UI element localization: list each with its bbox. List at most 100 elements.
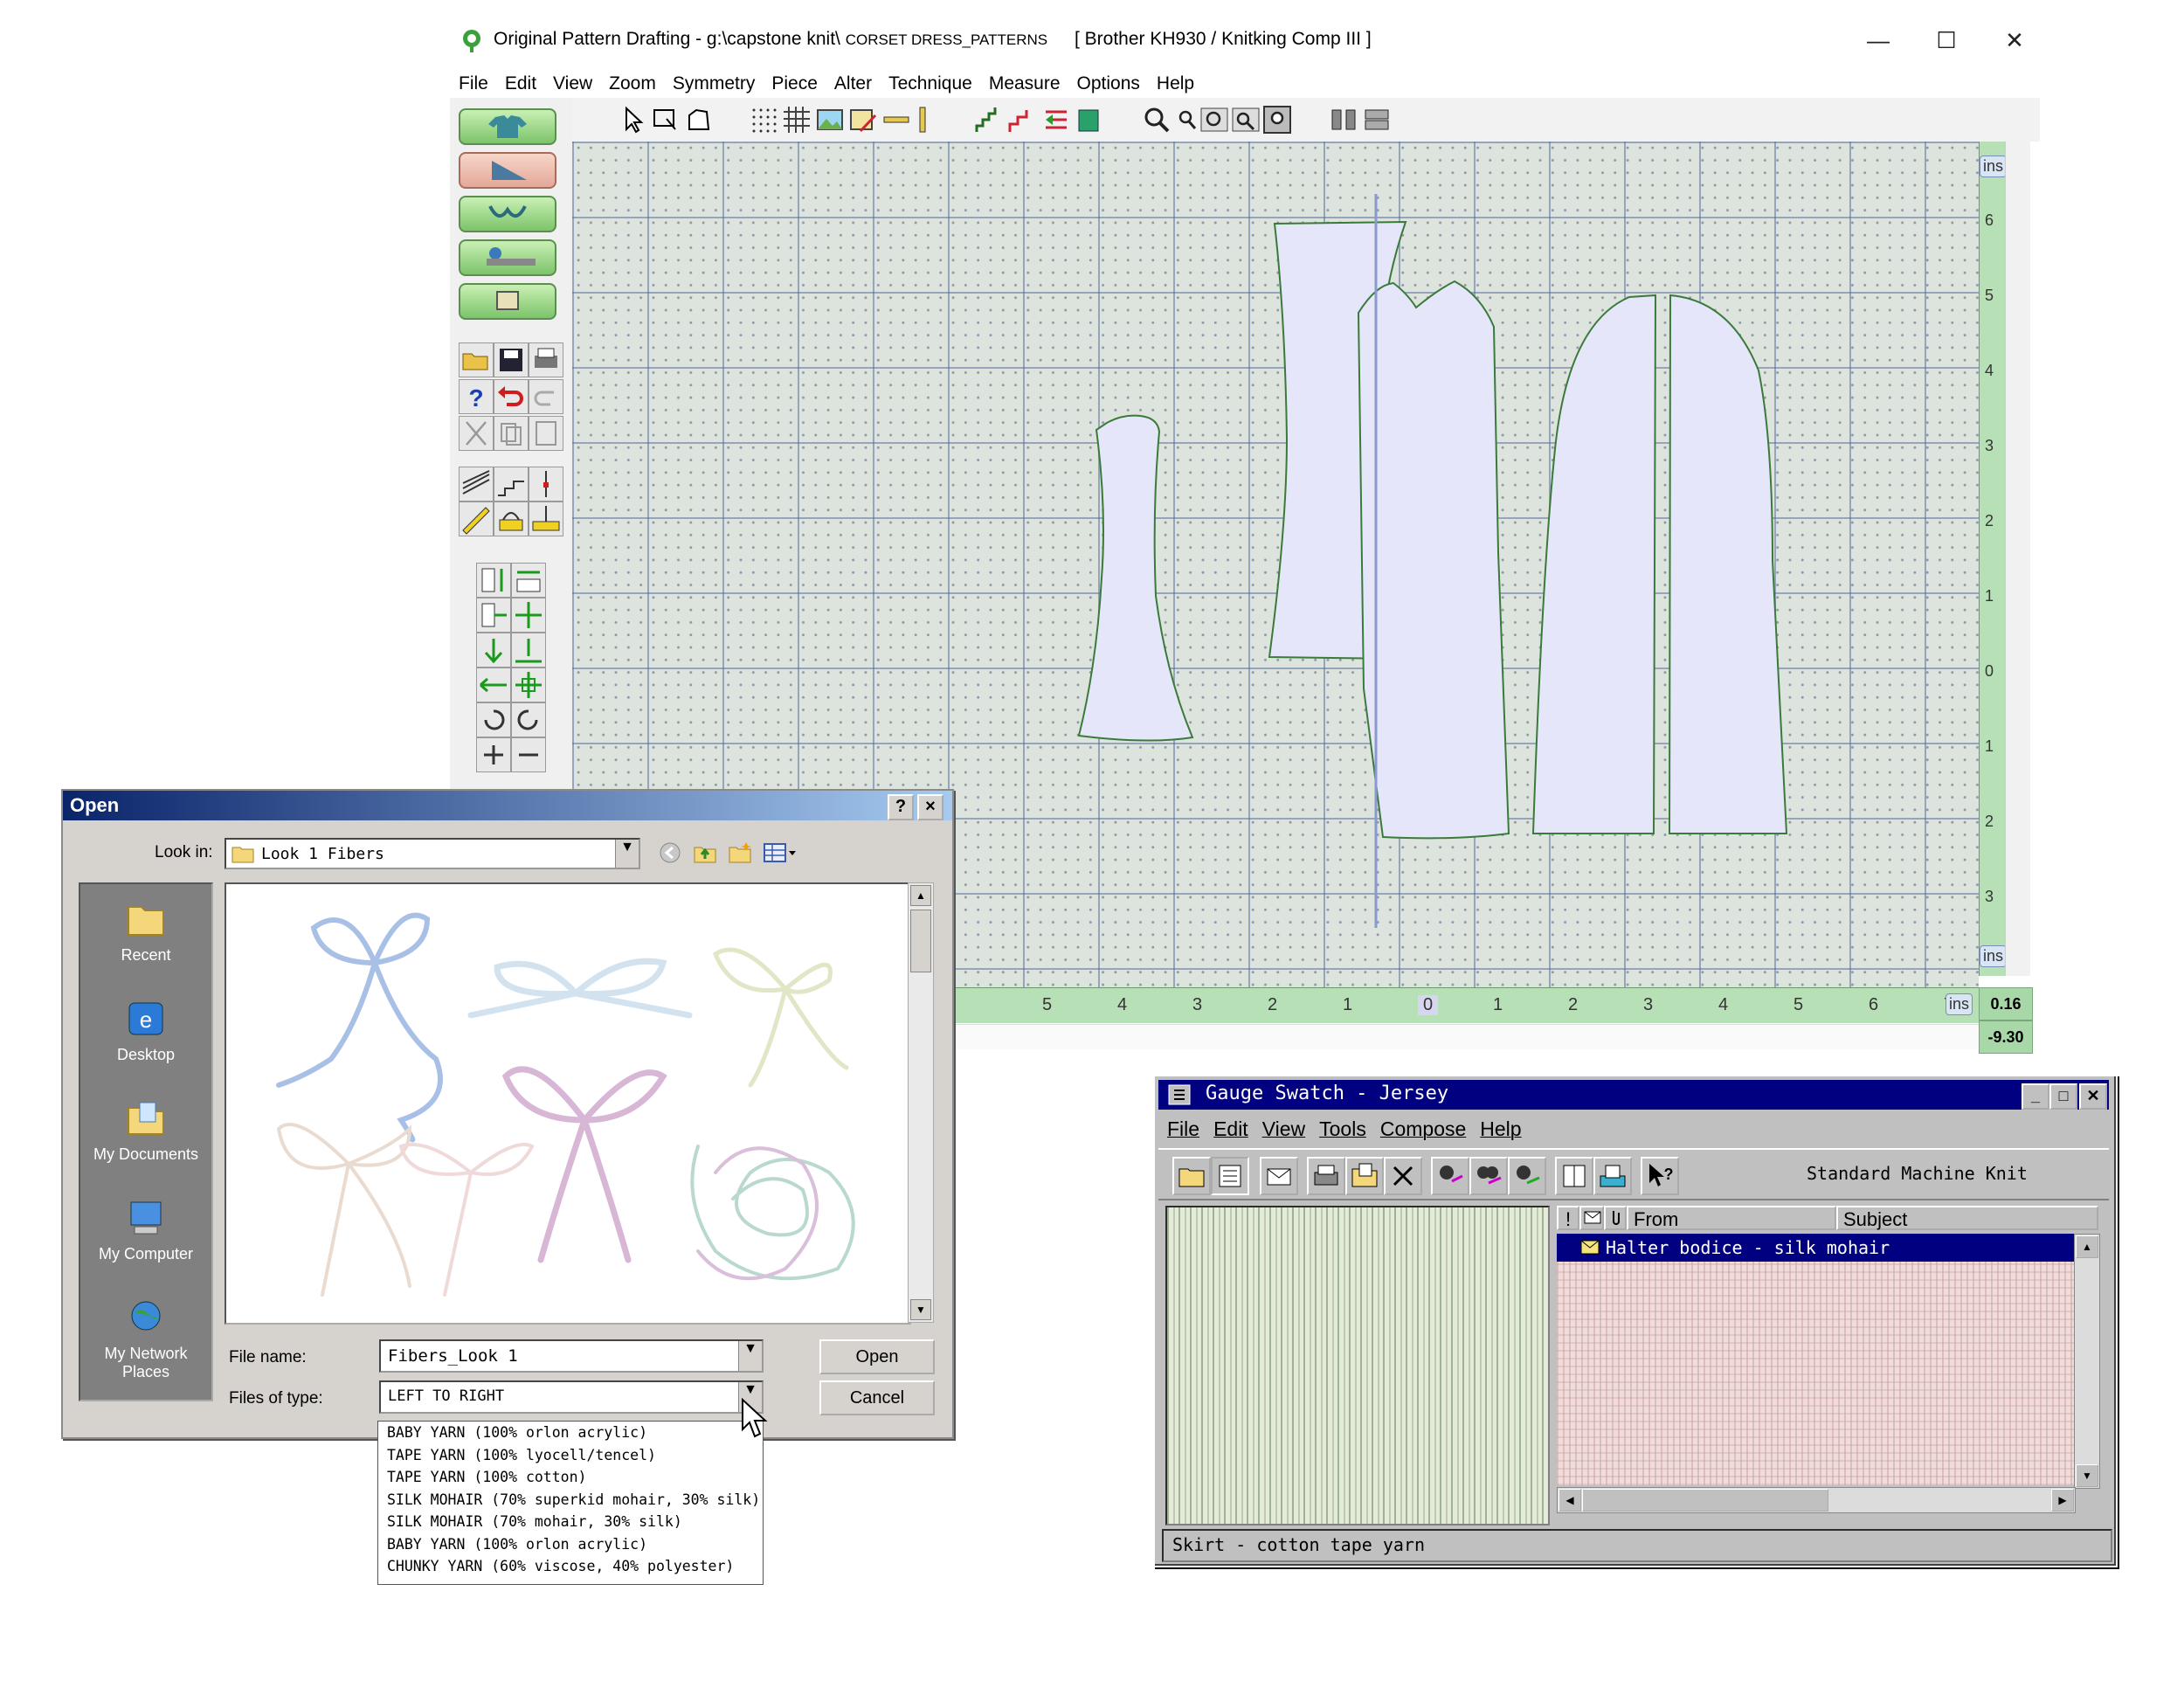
- up-folder-icon[interactable]: [692, 840, 718, 866]
- menu-edit[interactable]: Edit: [496, 63, 544, 94]
- type-option[interactable]: BABY YARN (100% orlon acrylic): [378, 1422, 763, 1444]
- vertical-scrollbar[interactable]: [2005, 142, 2030, 976]
- redo-icon[interactable]: [529, 379, 563, 414]
- menu-file[interactable]: File: [450, 63, 496, 94]
- print-icon[interactable]: [1307, 1157, 1345, 1195]
- zoom-small-icon[interactable]: [1171, 105, 1201, 135]
- type-option[interactable]: BABY YARN (100% orlon acrylic): [378, 1533, 763, 1556]
- ruler-units-horizontal[interactable]: ins: [1946, 993, 1973, 1015]
- expand-icon[interactable]: [511, 668, 546, 702]
- up-folder-icon[interactable]: [1172, 1157, 1211, 1195]
- save-icon[interactable]: [494, 342, 529, 377]
- help-icon[interactable]: ?: [459, 379, 494, 414]
- arrange-pieces-icon[interactable]: [1362, 105, 1392, 135]
- close-button[interactable]: ✕: [1994, 24, 2035, 56]
- open-button[interactable]: Open: [819, 1339, 935, 1374]
- add-icon[interactable]: [476, 737, 511, 772]
- zoom-icon[interactable]: [1142, 105, 1171, 135]
- address-book-icon[interactable]: [1555, 1157, 1593, 1195]
- reply-icon[interactable]: [1431, 1157, 1469, 1195]
- mirror-pieces-icon[interactable]: [1329, 105, 1358, 135]
- look-in-combo[interactable]: Look 1 Fibers ▼: [225, 838, 640, 869]
- stretch-horizontal-icon[interactable]: [511, 563, 546, 598]
- rotate-cw-icon[interactable]: [476, 702, 511, 737]
- type-option[interactable]: SILK MOHAIR (70% superkid mohair, 30% si…: [378, 1489, 763, 1512]
- stair-lines-icon[interactable]: [494, 467, 529, 502]
- menu-alter[interactable]: Alter: [826, 63, 880, 94]
- menu-piece[interactable]: Piece: [763, 63, 826, 94]
- minimize-button[interactable]: —: [1858, 24, 1898, 56]
- place-my-documents[interactable]: My Documents: [80, 1099, 211, 1164]
- cut-icon[interactable]: [459, 416, 494, 451]
- rotate-ccw-icon[interactable]: [511, 702, 546, 737]
- new-message-icon[interactable]: [1260, 1157, 1298, 1195]
- select-arrow-icon[interactable]: [618, 105, 647, 135]
- open-folder-icon[interactable]: [459, 342, 494, 377]
- menu-technique[interactable]: Technique: [880, 63, 980, 94]
- slope-shape-button[interactable]: [459, 152, 556, 189]
- column-attachment[interactable]: [1604, 1206, 1627, 1230]
- cancel-button[interactable]: Cancel: [819, 1380, 935, 1415]
- measure-curve-icon[interactable]: [494, 502, 529, 536]
- forward-icon[interactable]: [1508, 1157, 1546, 1195]
- sweater-shape-button[interactable]: [459, 108, 556, 145]
- menu-zoom[interactable]: Zoom: [600, 63, 664, 94]
- gauge-close-button[interactable]: ✕: [2079, 1083, 2107, 1110]
- inbox-icon[interactable]: [1593, 1157, 1632, 1195]
- horizontal-scrollbar[interactable]: [939, 1024, 1979, 1049]
- gauge-menu-view[interactable]: View: [1254, 1111, 1310, 1141]
- file-list-scrollbar[interactable]: ▲ ▼: [908, 882, 934, 1323]
- column-envelope[interactable]: [1579, 1206, 1604, 1230]
- context-help-icon[interactable]: ?: [1641, 1157, 1679, 1195]
- zoom-window-icon[interactable]: [1262, 105, 1292, 135]
- measure-tape-icon[interactable]: [459, 502, 494, 536]
- type-option[interactable]: TAPE YARN (100% lyocell/tencel): [378, 1444, 763, 1467]
- zoom-fit-icon[interactable]: [1199, 105, 1229, 135]
- place-recent[interactable]: Recent: [80, 900, 211, 965]
- image-edit-icon[interactable]: [848, 105, 878, 135]
- vertical-ruler-icon[interactable]: [908, 105, 937, 135]
- selected-message-row[interactable]: Halter bodice - silk mohair: [1557, 1234, 2074, 1262]
- align-down-icon[interactable]: [511, 633, 546, 668]
- move-down-icon[interactable]: [476, 633, 511, 668]
- place-desktop[interactable]: e Desktop: [80, 1000, 211, 1064]
- place-my-network[interactable]: My Network Places: [80, 1298, 211, 1381]
- look-in-dropdown-arrow[interactable]: ▼: [615, 840, 639, 868]
- undo-icon[interactable]: [494, 379, 529, 414]
- step-shaping-icon[interactable]: [1007, 105, 1037, 135]
- type-option[interactable]: CHUNKY YARN (60% viscose, 40% polyester): [378, 1555, 763, 1578]
- knit-garment-icon[interactable]: [1074, 105, 1103, 135]
- line-grid-icon[interactable]: [782, 105, 812, 135]
- move-to-folder-icon[interactable]: [1345, 1157, 1384, 1195]
- dot-grid-icon[interactable]: [749, 105, 778, 135]
- maximize-button[interactable]: ☐: [1926, 24, 1966, 56]
- wings-shape-button[interactable]: [459, 196, 556, 232]
- type-option[interactable]: SILK MOHAIR (70% mohair, 30% silk): [378, 1511, 763, 1533]
- gauge-menu-file[interactable]: File: [1158, 1111, 1205, 1141]
- gauge-menu-edit[interactable]: Edit: [1205, 1111, 1254, 1141]
- picture-frame-button[interactable]: [459, 283, 556, 320]
- vertical-marker-icon[interactable]: [529, 467, 563, 502]
- files-of-type-combo[interactable]: LEFT TO RIGHT ▼: [379, 1380, 764, 1414]
- gauge-maximize-button[interactable]: □: [2049, 1083, 2077, 1110]
- column-subject[interactable]: Subject: [1836, 1206, 2098, 1230]
- measure-point-icon[interactable]: [529, 502, 563, 536]
- select-box-icon[interactable]: [651, 105, 681, 135]
- ruler-units-bottom[interactable]: ins: [1980, 945, 2008, 967]
- menu-view[interactable]: View: [544, 63, 600, 94]
- column-priority[interactable]: !: [1557, 1206, 1579, 1230]
- knit-machine-button[interactable]: [459, 239, 556, 276]
- menu-symmetry[interactable]: Symmetry: [664, 63, 764, 94]
- zoom-pages-icon[interactable]: [1231, 105, 1261, 135]
- flip-horizontal-icon[interactable]: [476, 668, 511, 702]
- type-option[interactable]: TAPE YARN (100% cotton): [378, 1466, 763, 1489]
- file-preview-area[interactable]: [225, 882, 911, 1325]
- new-folder-icon[interactable]: [727, 840, 753, 866]
- ruler-units-top[interactable]: ins: [1980, 156, 2008, 177]
- reply-all-icon[interactable]: [1469, 1157, 1508, 1195]
- copy-icon[interactable]: [494, 416, 529, 451]
- piece-outline-icon[interactable]: [684, 105, 714, 135]
- message-vertical-scrollbar[interactable]: ▲ ▼: [2074, 1234, 2100, 1489]
- ruler-line-icon[interactable]: [881, 105, 911, 135]
- back-icon[interactable]: [657, 840, 683, 866]
